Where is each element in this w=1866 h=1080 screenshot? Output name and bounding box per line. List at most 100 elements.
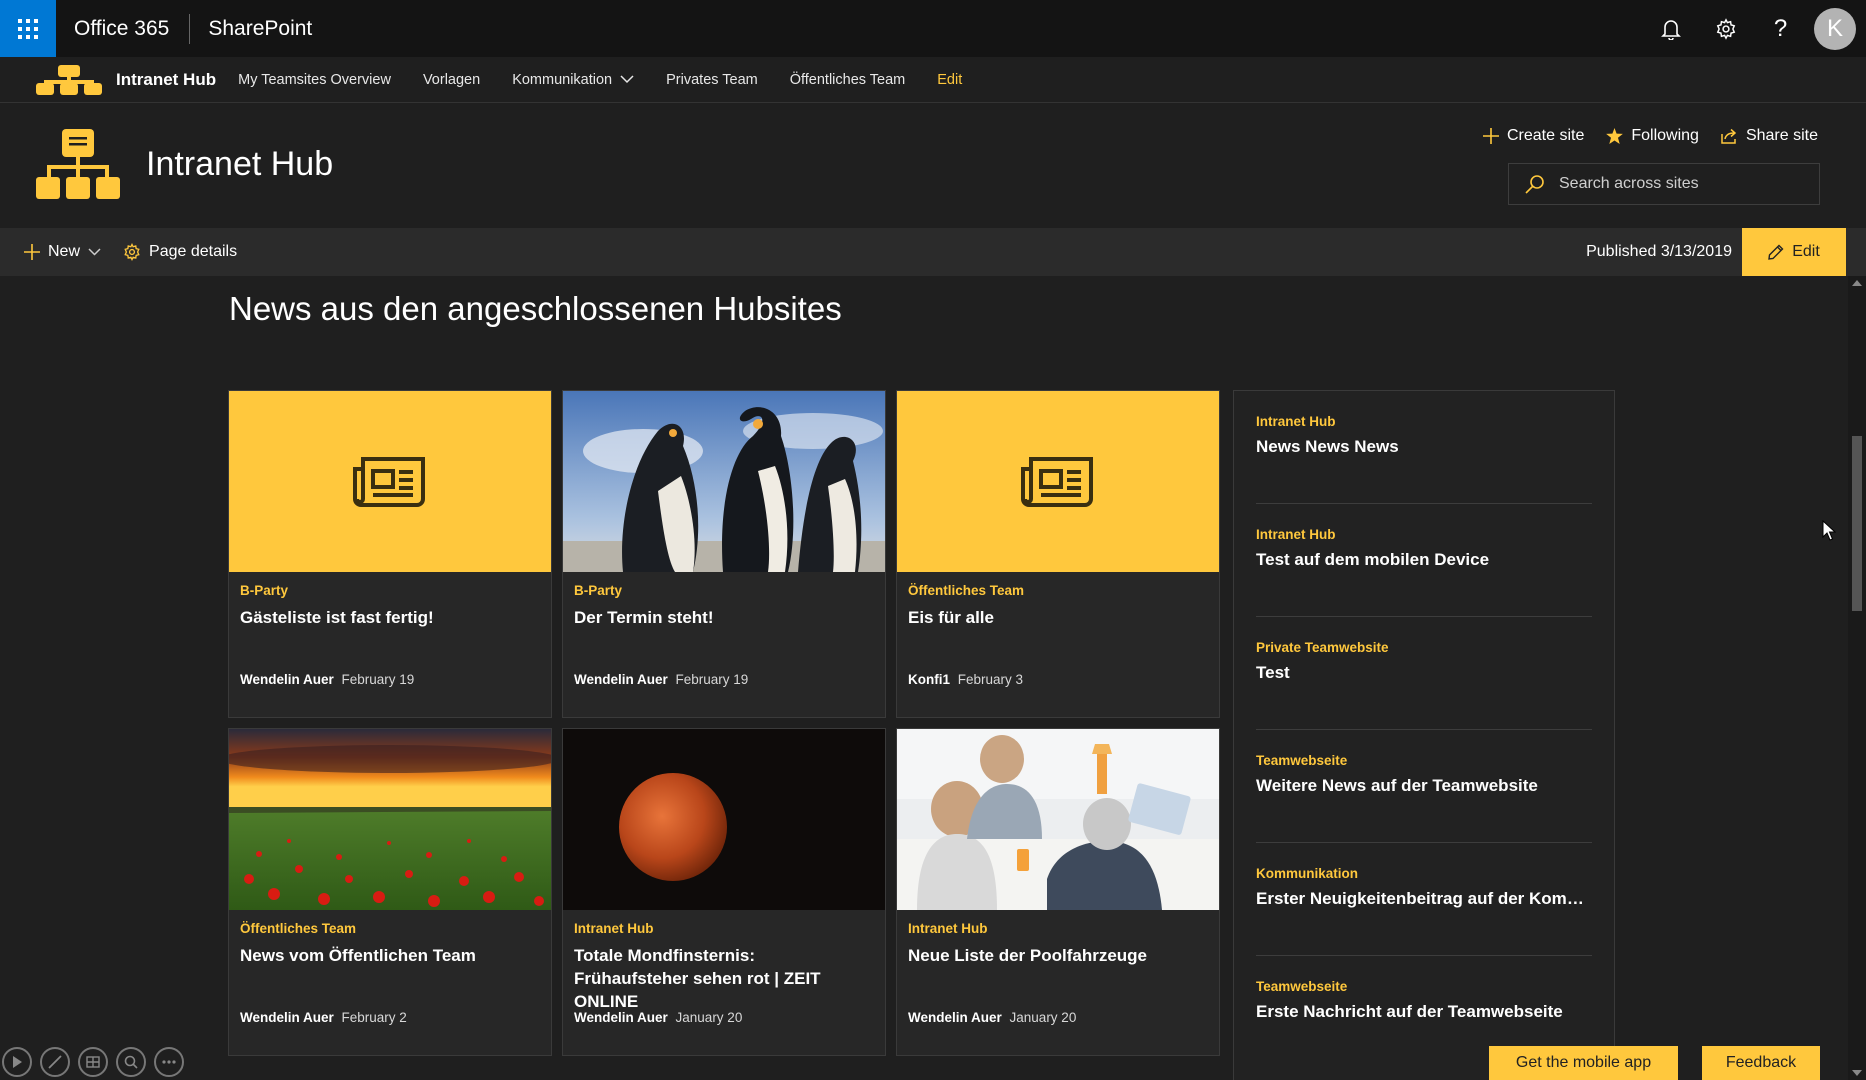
- page-scrollbar[interactable]: [1848, 276, 1866, 1080]
- scroll-down-arrow-icon[interactable]: [1852, 1070, 1862, 1076]
- more-tool-button[interactable]: [154, 1047, 184, 1077]
- nav-edit-link[interactable]: Edit: [937, 72, 962, 88]
- search-input[interactable]: [1559, 175, 1799, 193]
- news-card-meta: Wendelin Auer February 19: [240, 672, 414, 687]
- nav-item-kommunikation[interactable]: Kommunikation: [512, 72, 634, 88]
- news-card[interactable]: Intranet Hub Totale Mondfinsternis: Früh…: [562, 728, 886, 1056]
- list-item-source: Kommunikation: [1256, 866, 1359, 881]
- notifications-button[interactable]: [1643, 0, 1698, 57]
- waffle-icon: [18, 18, 38, 39]
- annotation-toolbar: [2, 1047, 184, 1077]
- site-title: Intranet Hub: [146, 145, 334, 183]
- list-item[interactable]: Teamwebseite Weitere News auf der Teamwe…: [1256, 730, 1592, 843]
- sharepoint-link[interactable]: SharePoint: [190, 17, 312, 41]
- list-item-title: Test auf dem mobilen Device: [1256, 550, 1490, 569]
- nav-item-label: Kommunikation: [512, 71, 613, 88]
- following-button[interactable]: Following: [1606, 127, 1699, 145]
- news-card-author: Wendelin Auer: [574, 672, 668, 687]
- news-section-title: News aus den angeschlossenen Hubsites: [229, 290, 842, 327]
- mouse-pointer-icon: [1822, 520, 1836, 542]
- news-card-thumbnail: [563, 729, 885, 910]
- new-button[interactable]: New: [24, 243, 101, 261]
- hub-logo-icon[interactable]: [36, 64, 102, 95]
- slides-tool-button[interactable]: [78, 1047, 108, 1077]
- zoom-tool-button[interactable]: [116, 1047, 146, 1077]
- play-tool-button[interactable]: [2, 1047, 32, 1077]
- list-item[interactable]: Intranet Hub News News News: [1256, 391, 1592, 504]
- list-item[interactable]: Kommunikation Erster Neuigkeitenbeitrag …: [1256, 843, 1592, 956]
- scroll-up-arrow-icon[interactable]: [1852, 280, 1862, 286]
- plus-icon: [24, 244, 40, 260]
- following-label: Following: [1631, 127, 1699, 144]
- site-search-box[interactable]: [1508, 163, 1820, 205]
- news-card-date: February 19: [341, 672, 415, 687]
- chevron-down-icon: [88, 248, 101, 256]
- nav-item-label: Öffentliches Team: [789, 71, 906, 88]
- penguins-image: [563, 391, 885, 572]
- news-card-author: Konfi1: [908, 672, 950, 687]
- news-card-date: January 20: [1009, 1010, 1077, 1025]
- news-card-thumbnail: [897, 391, 1219, 572]
- slides-icon: [86, 1056, 100, 1068]
- list-item[interactable]: Intranet Hub Test auf dem mobilen Device: [1256, 504, 1592, 617]
- app-launcher-button[interactable]: [0, 0, 56, 57]
- plus-icon: [1482, 128, 1499, 144]
- list-item-source: Intranet Hub: [1256, 527, 1336, 542]
- list-item-title: Erster Neuigkeitenbeitrag auf der Komm..…: [1256, 889, 1592, 908]
- feedback-button[interactable]: Feedback: [1702, 1046, 1820, 1080]
- share-icon: [1721, 128, 1738, 144]
- news-card-source: B-Party: [574, 583, 623, 598]
- news-card-title: Eis für alle: [908, 608, 994, 627]
- new-label: New: [48, 243, 81, 260]
- list-item-title: Test: [1256, 663, 1290, 682]
- nav-item-vorlagen[interactable]: Vorlagen: [423, 72, 480, 88]
- news-card-author: Wendelin Auer: [908, 1010, 1002, 1025]
- create-site-label: Create site: [1506, 127, 1585, 144]
- hub-navigation: Intranet Hub My Teamsites Overview Vorla…: [0, 57, 1866, 103]
- news-card-meta: Wendelin Auer January 20: [908, 1010, 1076, 1025]
- news-card-date: February 2: [341, 1010, 407, 1025]
- office-365-link[interactable]: Office 365: [56, 17, 189, 41]
- site-logo-icon[interactable]: [36, 129, 120, 201]
- get-mobile-app-button[interactable]: Get the mobile app: [1489, 1046, 1678, 1080]
- news-card-date: January 20: [675, 1010, 743, 1025]
- create-site-button[interactable]: Create site: [1482, 127, 1585, 145]
- news-card-meta: Konfi1 February 3: [908, 672, 1023, 687]
- news-card[interactable]: Öffentliches Team Eis für alle Konfi1 Fe…: [896, 390, 1220, 718]
- news-card-thumbnail: [229, 391, 551, 572]
- share-site-button[interactable]: Share site: [1721, 127, 1818, 145]
- news-card[interactable]: Intranet Hub Neue Liste der Poolfahrzeug…: [896, 728, 1220, 1056]
- scrollbar-thumb[interactable]: [1852, 436, 1862, 611]
- pen-tool-button[interactable]: [40, 1047, 70, 1077]
- list-item-source: Teamwebseite: [1256, 753, 1348, 768]
- gear-icon: [1715, 17, 1737, 40]
- news-card[interactable]: B-Party Gästeliste ist fast fertig! Wend…: [228, 390, 552, 718]
- news-card[interactable]: Öffentliches Team News vom Öffentlichen …: [228, 728, 552, 1056]
- list-item[interactable]: Private Teamwebsite Test: [1256, 617, 1592, 730]
- nav-item-my-teamsites[interactable]: My Teamsites Overview: [238, 72, 391, 88]
- news-card-source: Öffentliches Team: [240, 921, 357, 936]
- nav-item-privates-team[interactable]: Privates Team: [666, 72, 758, 88]
- office-meeting-image: [897, 729, 1219, 910]
- news-card-author: Wendelin Auer: [240, 1010, 334, 1025]
- newspaper-icon: [353, 455, 427, 509]
- edit-page-button[interactable]: Edit: [1742, 228, 1846, 276]
- settings-button[interactable]: [1698, 0, 1753, 57]
- news-card[interactable]: B-Party Der Termin steht! Wendelin Auer …: [562, 390, 886, 718]
- gear-icon: [123, 243, 141, 261]
- news-card-author: Wendelin Auer: [574, 1010, 668, 1025]
- hub-name-link[interactable]: Intranet Hub: [116, 70, 216, 90]
- news-card-title: Der Termin steht!: [574, 608, 714, 627]
- help-button[interactable]: ?: [1753, 0, 1808, 57]
- nav-item-oeffentliches-team[interactable]: Öffentliches Team: [790, 72, 906, 88]
- pen-icon: [48, 1055, 62, 1069]
- site-header: Intranet Hub Create site Following Share…: [0, 103, 1866, 228]
- page-details-button[interactable]: Page details: [123, 243, 237, 261]
- list-item-title: Weitere News auf der Teamwebsite: [1256, 776, 1538, 795]
- magnifier-icon: [124, 1055, 138, 1069]
- share-site-label: Share site: [1745, 127, 1818, 144]
- user-avatar[interactable]: K: [1814, 7, 1856, 50]
- news-card-author: Wendelin Auer: [240, 672, 334, 687]
- news-card-source: Intranet Hub: [908, 921, 988, 936]
- news-card-title: Neue Liste der Poolfahrzeuge: [908, 946, 1147, 965]
